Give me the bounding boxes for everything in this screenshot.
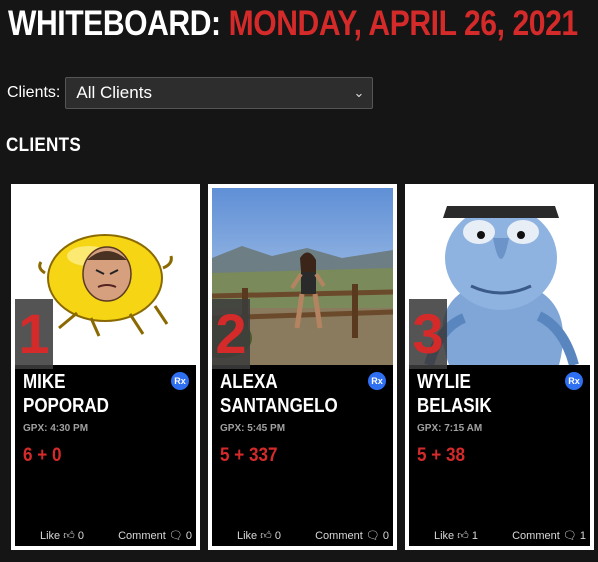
client-first-name: ALEXA xyxy=(220,371,278,393)
like-label: Like xyxy=(40,530,61,542)
comment-icon: 🗨︎ xyxy=(562,530,577,542)
comment-count: 1 xyxy=(579,530,586,542)
client-last-name: POPORAD xyxy=(23,395,109,417)
comment-icon: 🗨︎ xyxy=(168,530,183,542)
client-card[interactable]: 1 Rx MIKE POPORAD GPX: 4:30 PM 6 + 0 Lik… xyxy=(11,184,200,550)
client-card-body: 3 Rx WYLIE BELASIK GPX: 7:15 AM 5 + 38 L… xyxy=(409,188,590,546)
rank-badge: 3 xyxy=(409,299,447,369)
comment-label: Comment xyxy=(315,530,363,542)
client-gpx-time: GPX: 4:30 PM xyxy=(23,423,89,434)
comment-button[interactable]: Comment 🗨︎ 0 xyxy=(118,529,192,542)
like-button[interactable]: Like 👍︎ 0 xyxy=(237,529,281,542)
client-first-name: MIKE xyxy=(23,371,66,393)
rank-badge: 1 xyxy=(15,299,53,369)
client-gpx-time: GPX: 7:15 AM xyxy=(417,423,483,434)
rx-icon: Rx xyxy=(565,372,583,390)
rank-badge: 2 xyxy=(212,299,250,369)
comment-count: 0 xyxy=(382,530,389,542)
section-title: CLIENTS xyxy=(6,135,82,156)
client-card-body: 2 Rx ALEXA SANTANGELO GPX: 5:45 PM 5 + 3… xyxy=(212,188,393,546)
comment-icon: 🗨︎ xyxy=(365,530,380,542)
like-label: Like xyxy=(237,530,258,542)
client-card-body: 1 Rx MIKE POPORAD GPX: 4:30 PM 6 + 0 Lik… xyxy=(15,188,196,546)
client-first-name: WYLIE xyxy=(417,371,471,393)
chevron-down-icon: ⌄ xyxy=(353,85,365,100)
client-score: 6 + 0 xyxy=(23,445,62,466)
comment-label: Comment xyxy=(512,530,560,542)
client-select[interactable]: All Clients ⌄ xyxy=(65,77,374,109)
comment-count: 0 xyxy=(185,530,192,542)
client-score: 5 + 337 xyxy=(220,445,278,466)
comment-label: Comment xyxy=(118,530,166,542)
like-button[interactable]: Like 👍︎ 1 xyxy=(434,529,478,542)
comment-button[interactable]: Comment 🗨︎ 1 xyxy=(512,529,586,542)
card-actions: Like 👍︎ 0 Comment 🗨︎ 0 xyxy=(212,529,393,545)
client-last-name: SANTANGELO xyxy=(220,395,338,417)
client-filter: Clients: All Clients ⌄ xyxy=(7,77,374,109)
client-last-name: BELASIK xyxy=(417,395,492,417)
thumbs-up-icon: 👍︎ xyxy=(260,530,272,542)
like-count: 0 xyxy=(274,530,281,542)
client-filter-label: Clients: xyxy=(7,84,61,101)
title-date: MONDAY, APRIL 26, 2021 xyxy=(228,4,579,43)
like-button[interactable]: Like 👍︎ 0 xyxy=(40,529,84,542)
like-count: 0 xyxy=(77,530,84,542)
page-title: WHITEBOARD: MONDAY, APRIL 26, 2021 xyxy=(8,4,578,44)
client-select-value: All Clients xyxy=(76,83,152,102)
comment-button[interactable]: Comment 🗨︎ 0 xyxy=(315,529,389,542)
rx-icon: Rx xyxy=(171,372,189,390)
rx-icon: Rx xyxy=(368,372,386,390)
client-card[interactable]: 3 Rx WYLIE BELASIK GPX: 7:15 AM 5 + 38 L… xyxy=(405,184,594,550)
client-score: 5 + 38 xyxy=(417,445,466,466)
client-card[interactable]: 2 Rx ALEXA SANTANGELO GPX: 5:45 PM 5 + 3… xyxy=(208,184,397,550)
card-actions: Like 👍︎ 0 Comment 🗨︎ 0 xyxy=(15,529,196,545)
card-actions: Like 👍︎ 1 Comment 🗨︎ 1 xyxy=(409,529,590,545)
like-count: 1 xyxy=(471,530,478,542)
client-gpx-time: GPX: 5:45 PM xyxy=(220,423,286,434)
like-label: Like xyxy=(434,530,455,542)
thumbs-up-icon: 👍︎ xyxy=(63,530,75,542)
thumbs-up-icon: 👍︎ xyxy=(457,530,469,542)
title-label: WHITEBOARD: xyxy=(8,4,221,43)
